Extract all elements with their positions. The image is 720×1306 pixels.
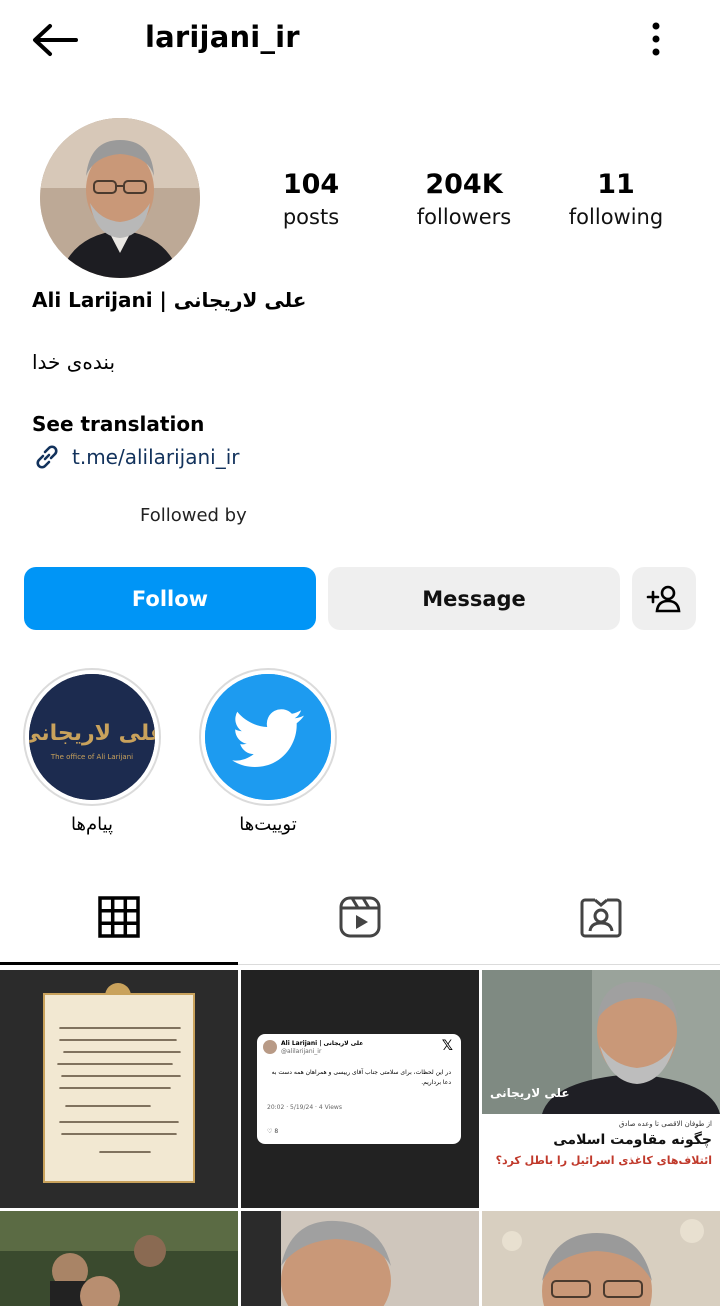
grid-icon	[98, 896, 140, 938]
tweet-meta: 20:02 · 5/19/24 · 4 Views	[267, 1104, 342, 1111]
message-button[interactable]: Message	[328, 567, 620, 630]
stat-posts[interactable]: 104 posts	[241, 168, 381, 232]
tweet-author: Ali Larijani | علی لاریجانی	[281, 1040, 364, 1047]
tweet-likes: ♡ 8	[267, 1128, 278, 1135]
highlight-messages[interactable]: علی لاریجانی The office of Ali Larijani	[23, 668, 161, 806]
post-thumbnail-portrait[interactable]	[241, 1211, 479, 1306]
tagged-person-icon	[580, 898, 622, 938]
highlight-cover: علی لاریجانی The office of Ali Larijani	[29, 674, 155, 800]
more-options-icon[interactable]	[640, 20, 672, 60]
profile-full-name: Ali Larijani | علی لاریجانی	[32, 288, 307, 312]
highlight-tweets[interactable]	[199, 668, 337, 806]
twitter-bird-icon	[205, 674, 331, 800]
highlight-cover-title: علی لاریجانی	[29, 721, 155, 746]
tweet-avatar	[263, 1040, 277, 1054]
tab-reels[interactable]	[338, 895, 382, 939]
stat-following[interactable]: 11 following	[546, 168, 686, 232]
highlight-label: پیام‌ها	[70, 814, 114, 835]
profile-bio: بنده‌ی خدا	[32, 350, 116, 374]
add-user-icon	[646, 585, 681, 612]
tweet-handle: @alilarijani_ir	[281, 1048, 322, 1055]
stat-label: followers	[416, 205, 512, 229]
graphic-subheadline: ائتلاف‌های کاغذی اسرائیل را باطل کرد؟	[495, 1154, 712, 1167]
stat-label: following	[568, 205, 664, 229]
post-thumbnail-letter[interactable]	[0, 970, 238, 1208]
graphic-headline: چگونه مقاومت اسلامی	[553, 1132, 712, 1148]
profile-username: larijani_ir	[145, 20, 300, 54]
stat-followers[interactable]: 204K followers	[394, 168, 534, 232]
reels-icon	[339, 896, 381, 938]
tweet-text: در این لحظات، برای سلامتی جناب آقای رییس…	[271, 1069, 451, 1086]
stat-number: 204K	[425, 169, 503, 200]
tweet-card: Ali Larijani | علی لاریجانی @alilarijani…	[257, 1034, 461, 1144]
tab-posts-grid[interactable]	[97, 895, 141, 939]
stat-label: posts	[282, 205, 340, 229]
highlight-cover-subtitle: The office of Ali Larijani	[50, 753, 133, 761]
heart-icon: ♡	[267, 1128, 273, 1135]
profile-link[interactable]: t.me/alilarijani_ir	[32, 442, 240, 472]
back-arrow-icon[interactable]	[30, 22, 80, 58]
profile-link-text: t.me/alilarijani_ir	[72, 445, 240, 469]
avatar[interactable]	[40, 118, 200, 278]
x-logo-icon: 𝕏	[441, 1038, 453, 1054]
follow-button[interactable]: Follow	[24, 567, 316, 630]
tab-tagged[interactable]	[579, 895, 623, 939]
post-thumbnail-portrait-2[interactable]	[482, 1211, 720, 1306]
followed-by-text[interactable]: Followed by	[140, 505, 247, 526]
see-translation-link[interactable]: See translation	[32, 412, 204, 436]
post-thumbnail-tweet[interactable]: Ali Larijani | علی لاریجانی @alilarijani…	[241, 970, 479, 1208]
active-tab-indicator	[0, 962, 238, 965]
tweet-like-count: 8	[274, 1128, 279, 1135]
highlight-label: توییت‌ها	[239, 814, 297, 835]
post-thumbnail-crowd[interactable]	[0, 1211, 238, 1306]
highlight-cover	[205, 674, 331, 800]
stat-number: 11	[597, 169, 635, 200]
stat-number: 104	[282, 169, 340, 200]
link-icon	[32, 442, 62, 472]
graphic-kicker: از طوفان الاقصی تا وعده صادق	[618, 1120, 712, 1128]
suggested-users-button[interactable]	[632, 567, 696, 630]
post-thumbnail-graphic[interactable]: علی لاریجانی از طوفان الاقصی تا وعده صاد…	[482, 970, 720, 1208]
graphic-brand: علی لاریجانی	[490, 1086, 570, 1100]
